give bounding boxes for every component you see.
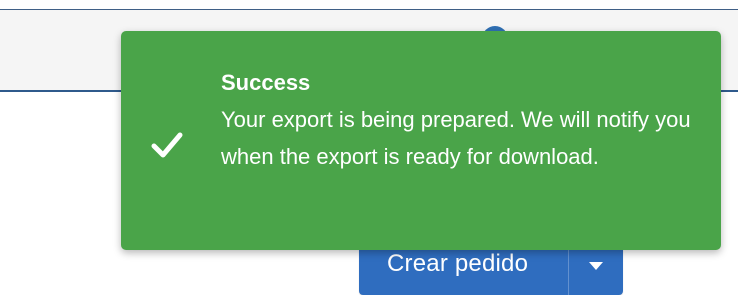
- chevron-down-icon: [589, 262, 603, 270]
- toast-body: Success Your export is being prepared. W…: [221, 69, 691, 175]
- top-border: [0, 0, 738, 10]
- toast-message: Your export is being prepared. We will n…: [221, 107, 691, 169]
- checkmark-icon: [151, 132, 183, 158]
- toast-title: Success: [221, 70, 311, 95]
- app-page: Crear pedido Success Your export is bein…: [0, 0, 738, 295]
- success-toast[interactable]: Success Your export is being prepared. W…: [121, 31, 721, 250]
